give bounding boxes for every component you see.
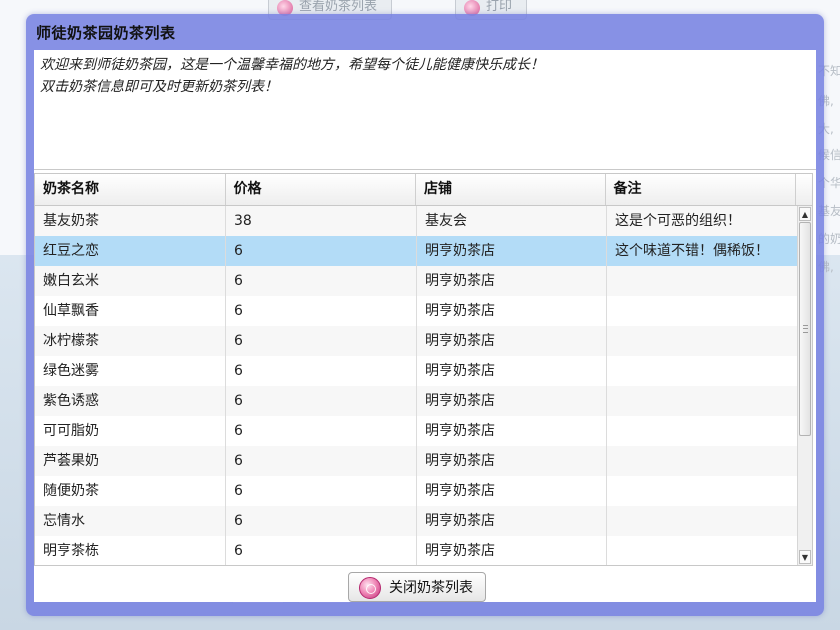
- cell-name: 明亨茶栋: [35, 536, 226, 565]
- cell-price: 6: [226, 236, 417, 266]
- cell-note: [607, 506, 798, 536]
- cell-note: [607, 416, 798, 446]
- table-row[interactable]: 绿色迷雾 6 明亨奶茶店: [35, 356, 798, 386]
- scroll-down-arrow-icon[interactable]: ▼: [799, 550, 811, 564]
- cell-price: 38: [226, 206, 417, 236]
- cell-name: 绿色迷雾: [35, 356, 226, 386]
- intro-line: 欢迎来到师徒奶茶园，这是一个温馨幸福的地方，希望每个徒儿能健康快乐成长！: [40, 57, 544, 73]
- intro-text-area: 欢迎来到师徒奶茶园，这是一个温馨幸福的地方，希望每个徒儿能健康快乐成长！ 双击奶…: [34, 50, 816, 170]
- grid-vertical-scrollbar[interactable]: ▲ ▼: [797, 206, 812, 565]
- bg-view-list-label: 查看奶茶列表: [299, 0, 378, 14]
- cell-name: 芦荟果奶: [35, 446, 226, 476]
- cell-note: [607, 386, 798, 416]
- cell-shop: 明亨奶茶店: [417, 266, 607, 296]
- cell-shop: 明亨奶茶店: [417, 386, 607, 416]
- table-row[interactable]: 忘情水 6 明亨奶茶店: [35, 506, 798, 536]
- table-row[interactable]: 基友奶茶 38 基友会 这是个可恶的组织！: [35, 206, 798, 236]
- cell-shop: 明亨奶茶店: [417, 296, 607, 326]
- dialog-title: 师徒奶茶园奶茶列表: [36, 24, 176, 42]
- cell-shop: 明亨奶茶店: [417, 506, 607, 536]
- close-list-button-label: 关闭奶茶列表: [389, 580, 473, 596]
- cell-note: [607, 296, 798, 326]
- cell-name: 嫩白玄米: [35, 266, 226, 296]
- cell-shop: 基友会: [417, 206, 607, 236]
- column-header-shop[interactable]: 店铺: [416, 174, 606, 205]
- cell-name: 紫色诱惑: [35, 386, 226, 416]
- cell-price: 6: [226, 296, 417, 326]
- cell-shop: 明亨奶茶店: [417, 236, 607, 266]
- cell-shop: 明亨奶茶店: [417, 446, 607, 476]
- table-row[interactable]: 仙草飘香 6 明亨奶茶店: [35, 296, 798, 326]
- cell-price: 6: [226, 476, 417, 506]
- dialog-body: 欢迎来到师徒奶茶园，这是一个温馨幸福的地方，希望每个徒儿能健康快乐成长！ 双击奶…: [34, 50, 816, 602]
- table-row[interactable]: 紫色诱惑 6 明亨奶茶店: [35, 386, 798, 416]
- column-header-name[interactable]: 奶茶名称: [35, 174, 226, 205]
- bg-print-label: 打印: [486, 0, 513, 14]
- table-row[interactable]: 芦荟果奶 6 明亨奶茶店: [35, 446, 798, 476]
- cell-name: 可可脂奶: [35, 416, 226, 446]
- cell-price: 6: [226, 386, 417, 416]
- table-row[interactable]: 红豆之恋 6 明亨奶茶店 这个味道不错！偶稀饭！: [35, 236, 798, 266]
- cell-name: 红豆之恋: [35, 236, 226, 266]
- cell-price: 6: [226, 536, 417, 565]
- cell-note: 这个味道不错！偶稀饭！: [607, 236, 798, 266]
- scroll-up-arrow-icon[interactable]: ▲: [799, 207, 811, 221]
- cell-name: 冰柠檬茶: [35, 326, 226, 356]
- grip-icon: [803, 325, 808, 333]
- table-row[interactable]: 可可脂奶 6 明亨奶茶店: [35, 416, 798, 446]
- column-header-price[interactable]: 价格: [226, 174, 416, 205]
- cell-name: 忘情水: [35, 506, 226, 536]
- grid-header: 奶茶名称 价格 店铺 备注: [35, 174, 812, 206]
- cell-note: [607, 536, 798, 565]
- cell-note: 这是个可恶的组织！: [607, 206, 798, 236]
- cell-price: 6: [226, 356, 417, 386]
- grid-rows: 基友奶茶 38 基友会 这是个可恶的组织！ 红豆之恋 6 明亨奶茶店 这个味道不错！偶稀饭！嫩…: [35, 206, 798, 565]
- cell-note: [607, 446, 798, 476]
- intro-line: 双击奶茶信息即可及时更新奶茶列表！: [40, 79, 278, 95]
- cell-name: 随便奶茶: [35, 476, 226, 506]
- table-row[interactable]: 冰柠檬茶 6 明亨奶茶店: [35, 326, 798, 356]
- cell-price: 6: [226, 446, 417, 476]
- cell-price: 6: [226, 266, 417, 296]
- table-row[interactable]: 随便奶茶 6 明亨奶茶店: [35, 476, 798, 506]
- cell-note: [607, 266, 798, 296]
- column-header-note[interactable]: 备注: [606, 174, 796, 205]
- cell-shop: 明亨奶茶店: [417, 476, 607, 506]
- cell-name: 仙草飘香: [35, 296, 226, 326]
- milk-tea-grid: 奶茶名称 价格 店铺 备注 基友奶茶 38 基友会 这是个可恶的组织！ 红豆之恋 6 明亨奶…: [34, 173, 813, 566]
- cell-shop: 明亨奶茶店: [417, 536, 607, 565]
- cell-price: 6: [226, 326, 417, 356]
- column-header-spacer: [796, 174, 812, 205]
- cell-note: [607, 476, 798, 506]
- table-row[interactable]: 明亨茶栋 6 明亨奶茶店: [35, 536, 798, 565]
- scroll-thumb[interactable]: [799, 222, 811, 436]
- cell-price: 6: [226, 416, 417, 446]
- cell-name: 基友奶茶: [35, 206, 226, 236]
- close-list-button[interactable]: 关闭奶茶列表: [348, 572, 486, 602]
- cell-note: [607, 356, 798, 386]
- pink-orb-icon: [359, 577, 381, 599]
- cell-shop: 明亨奶茶店: [417, 416, 607, 446]
- cell-shop: 明亨奶茶店: [417, 356, 607, 386]
- milk-tea-list-dialog: 师徒奶茶园奶茶列表 欢迎来到师徒奶茶园，这是一个温馨幸福的地方，希望每个徒儿能健…: [26, 14, 824, 616]
- cell-price: 6: [226, 506, 417, 536]
- cell-note: [607, 326, 798, 356]
- cell-shop: 明亨奶茶店: [417, 326, 607, 356]
- table-row[interactable]: 嫩白玄米 6 明亨奶茶店: [35, 266, 798, 296]
